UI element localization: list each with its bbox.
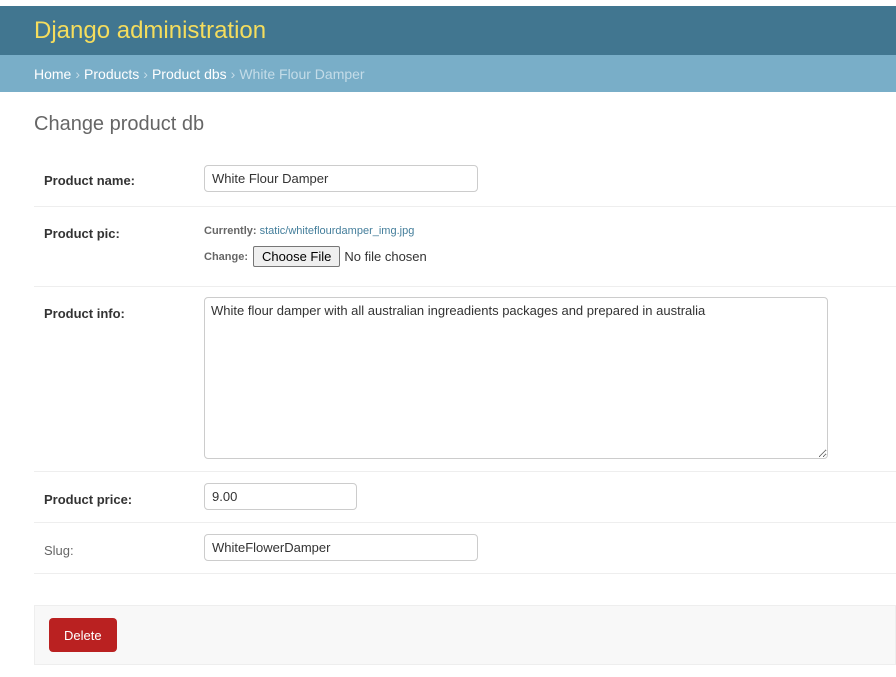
slug-input[interactable]	[204, 534, 478, 561]
site-header: Django administration	[0, 6, 896, 55]
form-row-slug: Slug:	[34, 523, 896, 574]
form-row-product-info: Product info: White flour damper with al…	[34, 287, 896, 472]
change-form: Product name: Product pic: Currently: st…	[34, 153, 896, 574]
form-row-product-pic: Product pic: Currently: static/whiteflou…	[34, 207, 896, 287]
product-name-label: Product name:	[44, 173, 136, 188]
breadcrumb-separator: ›	[75, 65, 81, 82]
slug-label: Slug:	[44, 543, 74, 558]
product-price-input[interactable]	[204, 483, 357, 510]
product-name-input[interactable]	[204, 165, 478, 192]
main-content: Change product db Product name: Product …	[0, 92, 896, 665]
current-file-link[interactable]: static/whiteflourdamper_img.jpg	[260, 225, 415, 237]
site-title[interactable]: Django administration	[34, 17, 266, 45]
form-row-product-price: Product price:	[34, 472, 896, 523]
form-row-product-name: Product name:	[34, 153, 896, 207]
breadcrumb-product-dbs[interactable]: Product dbs	[152, 66, 227, 82]
no-file-chosen-text: No file chosen	[344, 249, 427, 264]
product-info-label: Product info:	[44, 306, 125, 321]
submit-row: Delete	[34, 605, 896, 665]
breadcrumb-separator: ›	[230, 65, 236, 82]
breadcrumb: Home › Products › Product dbs › White Fl…	[0, 55, 896, 92]
change-label: Change:	[204, 250, 248, 263]
breadcrumb-current: White Flour Damper	[239, 65, 365, 82]
page-title: Change product db	[34, 113, 205, 135]
product-price-label: Product price:	[44, 492, 133, 507]
currently-label: Currently:	[204, 225, 257, 237]
breadcrumb-separator: ›	[143, 65, 148, 82]
breadcrumb-products[interactable]: Products	[84, 66, 139, 82]
product-info-textarea[interactable]: White flour damper with all australian i…	[204, 297, 828, 459]
delete-button[interactable]: Delete	[49, 618, 117, 652]
breadcrumb-home[interactable]: Home	[34, 66, 71, 82]
choose-file-button[interactable]: Choose File	[253, 246, 341, 267]
product-pic-label: Product pic:	[44, 226, 120, 241]
